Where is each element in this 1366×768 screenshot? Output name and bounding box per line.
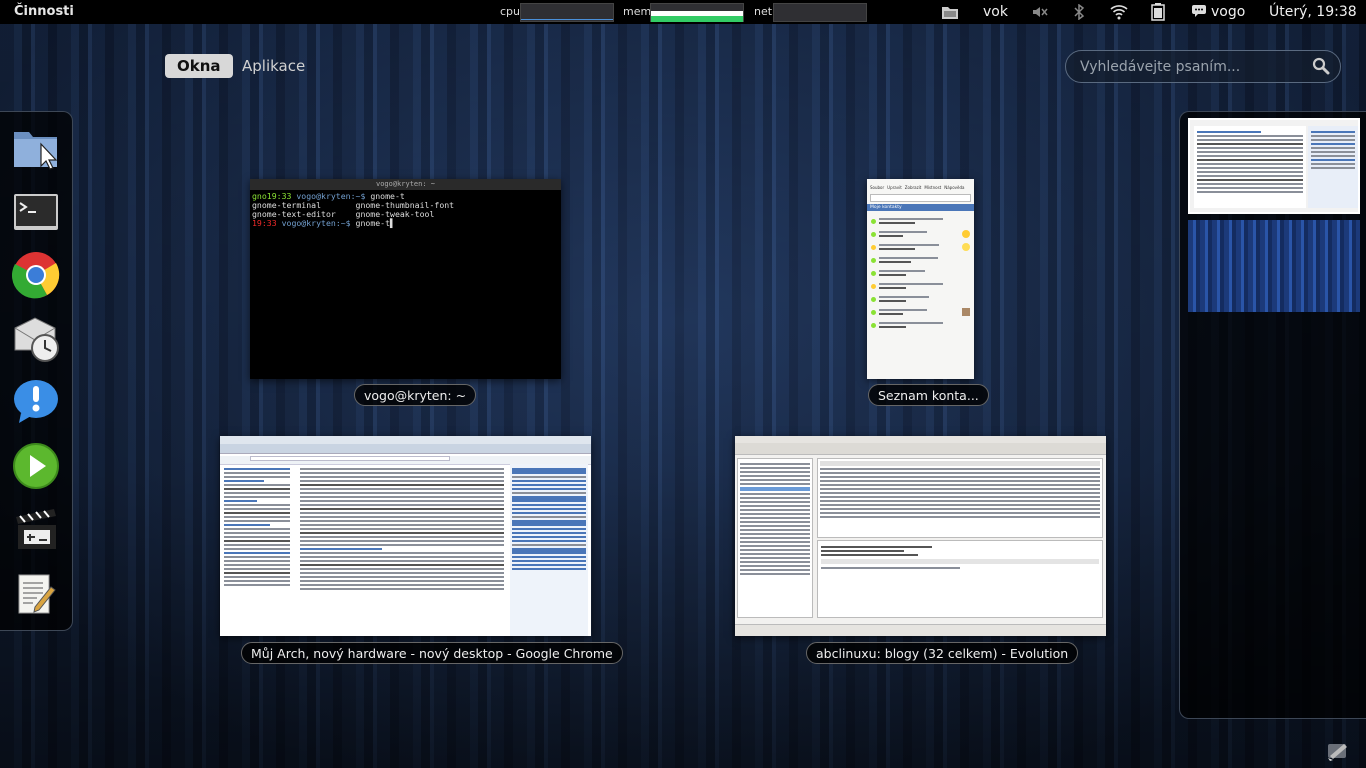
window-evolution[interactable] (735, 436, 1106, 636)
text-editor-icon (18, 574, 56, 614)
message-tray-icon[interactable] (1326, 740, 1350, 762)
chrome-icon (11, 252, 60, 299)
window-contact-list[interactable]: Soubor Upravit Zobrazit Místnost Nápověda Mo… (867, 179, 974, 379)
tab-windows[interactable]: Okna (165, 54, 233, 78)
bluetooth-icon[interactable] (1073, 3, 1085, 24)
window-caption-contacts[interactable]: Seznam konta... (868, 384, 989, 406)
workspace-2[interactable] (1188, 220, 1360, 312)
top-panel: Činnosti cpu mem net vok vogo Úterý, 19:… (0, 0, 1366, 24)
window-caption-evolution[interactable]: abclinuxu: blogy (32 celkem) - Evolution (806, 642, 1079, 664)
workspace-switcher (1179, 111, 1366, 719)
dash-file-manager[interactable] (9, 122, 63, 176)
window-chrome[interactable] (220, 436, 591, 636)
mem-graph[interactable] (650, 3, 744, 22)
net-label: net (754, 5, 773, 18)
tab-applications[interactable]: Aplikace (230, 54, 317, 78)
net-graph[interactable] (773, 3, 867, 22)
dash-text-editor[interactable] (9, 567, 63, 621)
dash-media-player[interactable] (9, 439, 63, 493)
dash-chrome[interactable] (9, 248, 63, 302)
keyboard-layout[interactable]: vok (983, 4, 1008, 20)
volume-muted-icon[interactable] (1031, 4, 1049, 24)
search-box[interactable] (1065, 50, 1341, 83)
empathy-chat-icon (14, 380, 58, 423)
video-editor-icon (16, 509, 56, 549)
workspace-1[interactable] (1188, 118, 1360, 214)
cpu-graph[interactable] (520, 3, 614, 22)
window-caption-chrome[interactable]: Můj Arch, nový hardware - nový desktop -… (241, 642, 623, 664)
search-input[interactable] (1080, 57, 1300, 77)
mem-label: mem (623, 5, 652, 18)
evolution-mail-icon (14, 317, 59, 362)
dash-video-editor[interactable] (9, 502, 63, 556)
desktop-background (0, 24, 1366, 768)
dash (0, 111, 73, 631)
dash-evolution[interactable] (9, 312, 63, 366)
clock[interactable]: Úterý, 19:38 (1269, 4, 1357, 20)
chat-status-icon[interactable] (1191, 4, 1207, 22)
terminal-content: gno19:33 vogo@kryten:~$ gnome-t gnome-te… (252, 191, 455, 228)
activities-button[interactable]: Činnosti (14, 4, 74, 19)
terminal-icon (14, 194, 58, 230)
terminal-titlebar: vogo@kryten: ~ (250, 179, 561, 190)
wifi-icon[interactable] (1110, 4, 1128, 24)
file-manager-icon (14, 132, 58, 170)
battery-icon[interactable] (1151, 3, 1165, 25)
folder-icon[interactable] (941, 4, 959, 24)
cpu-label: cpu (500, 5, 521, 18)
dash-empathy[interactable] (9, 375, 63, 429)
contacts-header: Moje kontakty (867, 204, 974, 211)
search-icon (1312, 57, 1330, 75)
media-player-icon (13, 443, 59, 489)
window-terminal[interactable]: vogo@kryten: ~ gno19:33 vogo@kryten:~$ g… (250, 179, 561, 379)
user-menu[interactable]: vogo (1211, 4, 1245, 20)
window-caption-terminal[interactable]: vogo@kryten: ~ (354, 384, 477, 406)
dash-terminal[interactable] (9, 186, 63, 240)
